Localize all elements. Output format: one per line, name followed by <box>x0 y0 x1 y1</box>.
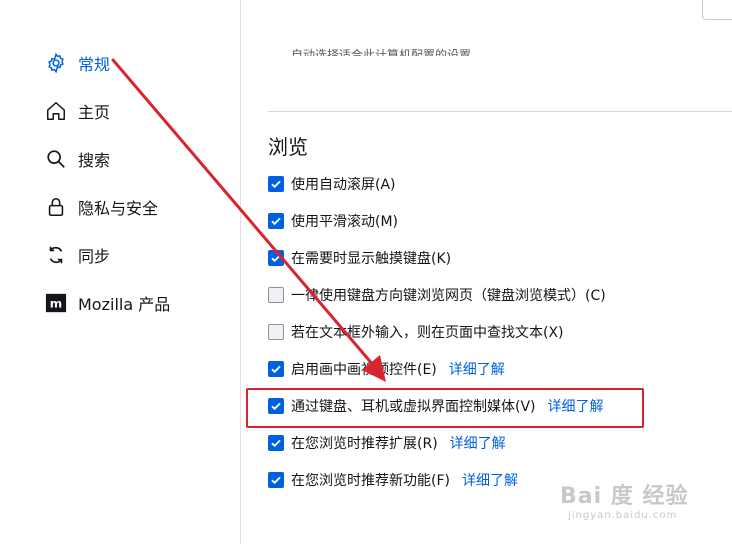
option-label: 若在文本框外输入，则在页面中查找文本(X) <box>291 325 564 341</box>
option-picture-in-picture[interactable]: 启用画中画视频控件(E) 详细了解 <box>268 358 505 380</box>
option-autoscroll[interactable]: 使用自动滚屏(A) <box>268 173 396 195</box>
partial-description: 自动选择适合此计算机配置的设置。 <box>291 48 484 56</box>
checkbox-checked[interactable] <box>268 250 284 266</box>
sidebar-item-label: 常规 <box>78 55 111 74</box>
option-label: 启用画中画视频控件(E) <box>291 362 437 378</box>
sidebar: 常规 主页 搜索 隐私与安全 同步 m Mozilla 产品 <box>0 0 241 544</box>
sidebar-item-search[interactable]: 搜索 <box>44 144 110 174</box>
sidebar-item-label: 搜索 <box>78 151 111 170</box>
lock-icon <box>44 195 68 219</box>
sync-icon <box>44 243 68 267</box>
option-label: 在您浏览时推荐扩展(R) <box>291 436 438 452</box>
learn-more-link[interactable]: 详细了解 <box>462 470 518 490</box>
sidebar-item-label: Mozilla 产品 <box>78 295 171 314</box>
checkbox-checked[interactable] <box>268 472 284 488</box>
divider <box>268 111 732 112</box>
learn-more-link[interactable]: 详细了解 <box>449 359 505 379</box>
option-touch-keyboard[interactable]: 在需要时显示触摸键盘(K) <box>268 247 451 269</box>
search-icon <box>44 147 68 171</box>
option-label: 在您浏览时推荐新功能(F) <box>291 473 450 489</box>
option-find-as-you-type[interactable]: 若在文本框外输入，则在页面中查找文本(X) <box>268 321 564 343</box>
sidebar-item-sync[interactable]: 同步 <box>44 240 110 270</box>
sidebar-item-mozilla-products[interactable]: m Mozilla 产品 <box>44 288 170 318</box>
sidebar-item-home[interactable]: 主页 <box>44 96 110 126</box>
watermark: Bai 度 经验 jingyan.baidu.com <box>560 478 710 528</box>
checkbox-unchecked[interactable] <box>268 287 284 303</box>
sidebar-item-label: 主页 <box>78 103 111 122</box>
sidebar-item-label: 隐私与安全 <box>78 199 159 218</box>
learn-more-link[interactable]: 详细了解 <box>450 433 506 453</box>
watermark-logo: Bai 度 经验 <box>560 484 689 509</box>
svg-text:m: m <box>50 297 62 311</box>
main-content: 自动选择适合此计算机配置的设置。 浏览 使用自动滚屏(A) 使用平滑滚动(M) … <box>241 0 732 544</box>
checkbox-checked[interactable] <box>268 361 284 377</box>
option-smooth-scroll[interactable]: 使用平滑滚动(M) <box>268 210 398 232</box>
sidebar-item-privacy[interactable]: 隐私与安全 <box>44 192 158 222</box>
checkbox-unchecked[interactable] <box>268 324 284 340</box>
mozilla-icon: m <box>44 291 68 315</box>
search-input[interactable] <box>702 0 732 20</box>
option-recommend-features[interactable]: 在您浏览时推荐新功能(F) 详细了解 <box>268 469 518 491</box>
sidebar-item-general[interactable]: 常规 <box>44 48 110 78</box>
option-label: 一律使用键盘方向键浏览网页（键盘浏览模式）(C) <box>291 288 606 304</box>
option-label: 在需要时显示触摸键盘(K) <box>291 251 452 267</box>
option-recommend-extensions[interactable]: 在您浏览时推荐扩展(R) 详细了解 <box>268 432 506 454</box>
gear-icon <box>44 51 68 75</box>
checkbox-checked[interactable] <box>268 176 284 192</box>
section-title-browsing: 浏览 <box>268 135 308 159</box>
checkbox-checked[interactable] <box>268 435 284 451</box>
home-icon <box>44 99 68 123</box>
option-label: 使用平滑滚动(M) <box>291 214 399 230</box>
watermark-url: jingyan.baidu.com <box>568 510 678 521</box>
option-caret-browsing[interactable]: 一律使用键盘方向键浏览网页（键盘浏览模式）(C) <box>268 284 606 306</box>
annotation-highlight-box <box>246 388 644 428</box>
sidebar-item-label: 同步 <box>78 247 111 266</box>
checkbox-checked[interactable] <box>268 213 284 229</box>
option-label: 使用自动滚屏(A) <box>291 177 396 193</box>
